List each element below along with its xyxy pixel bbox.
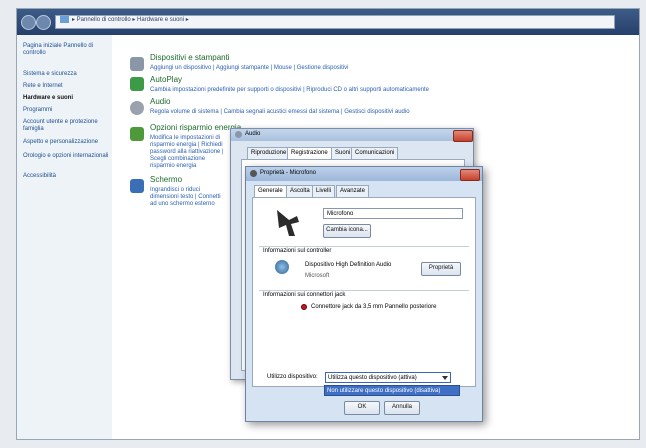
device-name-value: Microfono [327,211,354,217]
sidebar-item-clock-region[interactable]: Orologio e opzioni internazionali [23,153,109,160]
sidebar-item-system-security[interactable]: Sistema e sicurezza [23,71,109,78]
usage-option-disable[interactable]: Non utilizzare questo dispositivo (disat… [327,388,440,395]
close-icon[interactable] [460,169,480,181]
props-dialog-titlebar: Proprietà - Microfono [246,167,482,181]
jack-heading: Informazioni sui connettori jack [263,292,346,298]
microphone-icon [277,210,299,236]
category-links-audio[interactable]: Regola volume di sistema | Cambia segnal… [150,109,480,116]
nav-buttons [21,15,51,30]
controller-name: Dispositivo High Definition Audio [305,262,392,268]
microphone-icon [250,170,257,177]
microphone-properties-dialog: Proprietà - Microfono Generale Ascolta L… [245,166,483,422]
category-title-display[interactable]: Schermo [150,175,182,184]
close-icon[interactable] [453,130,473,142]
jack-color-icon [301,304,307,310]
speaker-icon [130,101,144,115]
controller-vendor: Microsoft [305,273,330,279]
usage-select[interactable]: Utilizza questo dispositivo (attiva) [325,372,451,383]
properties-button[interactable]: Proprietà [421,262,461,276]
printer-icon [130,57,144,71]
breadcrumb[interactable]: ▸ Pannello di controllo ▸ Hardware e suo… [55,15,615,29]
cancel-button[interactable]: Annulla [384,401,420,415]
change-icon-button[interactable]: Cambia icona... [323,224,371,238]
category-links-devices[interactable]: Aggiungi un dispositivo | Aggiungi stamp… [150,65,450,72]
sidebar: Pagina iniziale Pannello di controllo Si… [17,35,112,439]
breadcrumb-text: ▸ Pannello di controllo ▸ Hardware e suo… [72,17,189,24]
props-dialog-title: Proprietà - Microfono [260,170,317,176]
usage-selected-value: Utilizza questo dispositivo (attiva) [328,375,417,381]
back-arrow-icon[interactable] [21,15,36,30]
monitor-icon [130,179,144,193]
audio-dialog-titlebar: Audio [231,129,473,142]
ok-button[interactable]: OK [344,401,380,415]
audio-dialog-title: Audio [245,131,261,137]
speaker-icon [235,131,242,138]
controller-heading: Informazioni sul controller [263,248,332,254]
sidebar-item-accessibility[interactable]: Accessibilità [23,173,109,180]
audio-device-icon [275,260,289,274]
device-name-field[interactable]: Microfono [323,208,463,219]
chevron-down-icon[interactable] [442,376,448,380]
category-title-audio[interactable]: Audio [150,97,170,106]
sidebar-item-hardware-sound[interactable]: Hardware e suoni [23,95,109,102]
autoplay-icon [130,77,144,91]
category-links-display[interactable]: Ingrandisci o riduci dimensioni testo | … [150,187,228,208]
general-tab-panel: Microfono Cambia icona... Informazioni s… [252,197,476,387]
sidebar-item-network[interactable]: Rete e Internet [23,83,109,90]
sidebar-item-user-accounts[interactable]: Account utente e protezione famiglia [23,119,109,133]
power-icon [130,127,144,141]
jack-value: Connettore jack da 3,5 mm Pannello poste… [311,304,437,310]
category-title-autoplay[interactable]: AutoPlay [150,75,182,84]
sidebar-item-home[interactable]: Pagina iniziale Pannello di controllo [23,43,109,57]
address-bar: ▸ Pannello di controllo ▸ Hardware e suo… [17,9,639,35]
sidebar-item-programs[interactable]: Programmi [23,107,109,114]
category-links-power[interactable]: Modifica le impostazioni di risparmio en… [150,135,228,170]
usage-label: Utilizzo dispositivo: [267,374,318,380]
sidebar-item-appearance[interactable]: Aspetto e personalizzazione [23,139,109,146]
usage-dropdown-list[interactable]: Non utilizzare questo dispositivo (disat… [324,385,460,396]
forward-arrow-icon[interactable] [36,15,51,30]
category-title-devices[interactable]: Dispositivi e stampanti [150,53,230,62]
control-panel-icon [60,16,69,23]
category-links-autoplay[interactable]: Cambia impostazioni predefinite per supp… [150,87,510,94]
